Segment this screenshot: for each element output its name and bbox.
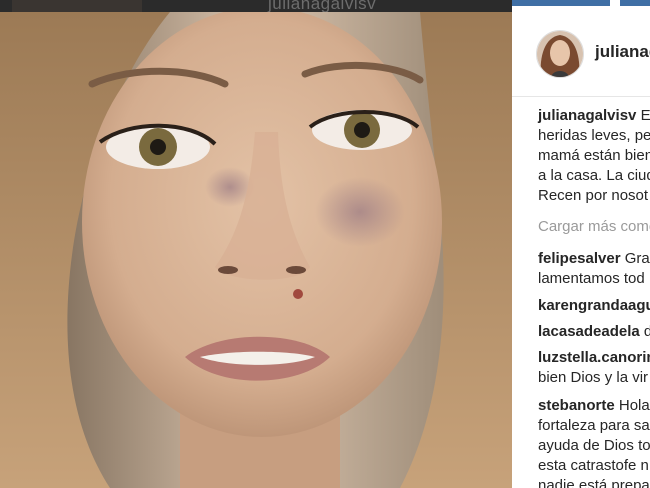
comment-text: bien Dios y la vir (538, 369, 649, 386)
caption-line: a la casa. La ciud (538, 167, 650, 184)
load-more-comments-link[interactable]: Cargar más come (538, 218, 650, 235)
comment-username[interactable]: luzstella.canorin (538, 349, 650, 366)
comment-text: lamentamos tod (538, 270, 645, 287)
top-button-2[interactable] (620, 0, 650, 6)
caption-line: mamá están bien (538, 147, 650, 164)
face-illustration (0, 12, 512, 488)
post-header: julianagalv (512, 12, 650, 97)
comment-item: luzstella.canorin bien Dios y la vir (538, 348, 650, 388)
comment-text: esta catrastofe n (538, 457, 649, 474)
comment-item: felipesalver Grac lamentamos tod (538, 249, 650, 289)
video-top-strip: julianagalvisv (0, 0, 512, 12)
comment-username[interactable]: karengrandaagu (538, 297, 650, 314)
comment-item: stebanorte Hola fortaleza para sa ayuda … (538, 396, 650, 488)
caption-line: Es (640, 107, 650, 124)
comment-text: fortaleza para sa (538, 417, 650, 434)
comment-text: ayuda de Dios to (538, 437, 650, 454)
header-username[interactable]: julianagalv (595, 42, 650, 62)
post-caption: julianagalvisv Es heridas leves, pe mamá… (538, 106, 650, 206)
top-strip-shadow (12, 0, 142, 12)
comment-text: d (643, 323, 650, 340)
comment-item: lacasadeadela d (538, 322, 650, 342)
caption-line: Recen por nosot (538, 187, 649, 204)
comment-item: karengrandaagu (538, 296, 650, 316)
comments-panel: julianagalv julianagalvisv Es heridas le… (512, 0, 650, 488)
comment-username[interactable]: stebanorte (538, 397, 615, 414)
comment-username[interactable]: lacasadeadela (538, 323, 640, 340)
post-photo[interactable] (0, 12, 512, 488)
top-button[interactable] (512, 0, 610, 6)
comment-username[interactable]: felipesalver (538, 250, 621, 267)
comment-text: Grac (624, 250, 650, 267)
avatar[interactable] (536, 30, 584, 78)
caption-username[interactable]: julianagalvisv (538, 107, 636, 124)
caption-line: heridas leves, pe (538, 127, 650, 144)
comment-text: Hola (618, 397, 650, 414)
comment-text: nadie está prepa (538, 477, 650, 488)
overlay-handle: julianagalvisv (268, 0, 377, 12)
